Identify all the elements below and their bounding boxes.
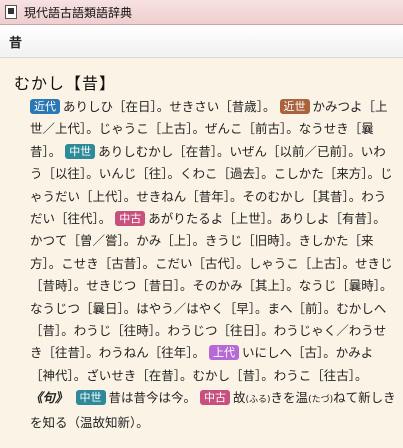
phrase-section: 《句》 中世 昔は昔今は今。 中古 故(ふる)きを温(たづ)ねて新しきを知る（温故知…: [30, 390, 396, 430]
window-title: 現代語古語類語辞典: [24, 5, 133, 20]
era-tag: 上代: [209, 345, 239, 361]
header-word: 昔: [9, 35, 23, 51]
segment-ancient-mid: 中古 あがりたるよ［上世］。ありしよ［有昔］。かつて［曽／嘗］。かみ［上］。きうじ…: [30, 211, 393, 360]
segment-modern: 近代 ありしひ［在日］。せきさい［昔歳］。: [30, 99, 280, 114]
furigana: (ふる): [245, 395, 271, 406]
furigana: (たづ): [308, 395, 334, 406]
era-tag: 近代: [30, 99, 60, 114]
era-tag: 中古: [115, 211, 146, 227]
segment-text: ありしひ［在日］。せきさい［昔歳］。: [63, 99, 276, 114]
era-tag: 近世: [279, 99, 310, 114]
title-bar: 現代語古語類語辞典: [0, 0, 403, 25]
phrase-text: きを温: [270, 390, 309, 406]
phrase-text: 昔は昔今は今。: [108, 390, 197, 406]
entry-body: 近代 ありしひ［在日］。せきさい［昔歳］。 近世 かみつよ［上世／上代］。じゃうこ［…: [30, 96, 398, 434]
app-icon: [5, 5, 17, 19]
era-tag: 中世: [75, 390, 106, 406]
segment-text: あがりたるよ［上世］。ありしよ［有昔］。かつて［曽／嘗］。かみ［上］。きうじ［旧…: [30, 211, 393, 361]
era-tag: 中世: [65, 143, 96, 159]
phrase-label: 《句》: [30, 390, 68, 406]
phrase-text: 故: [233, 390, 246, 406]
header-bar: 昔: [0, 25, 403, 58]
era-tag: 中古: [200, 390, 230, 406]
entry-heading: むかし【昔】: [14, 74, 117, 93]
